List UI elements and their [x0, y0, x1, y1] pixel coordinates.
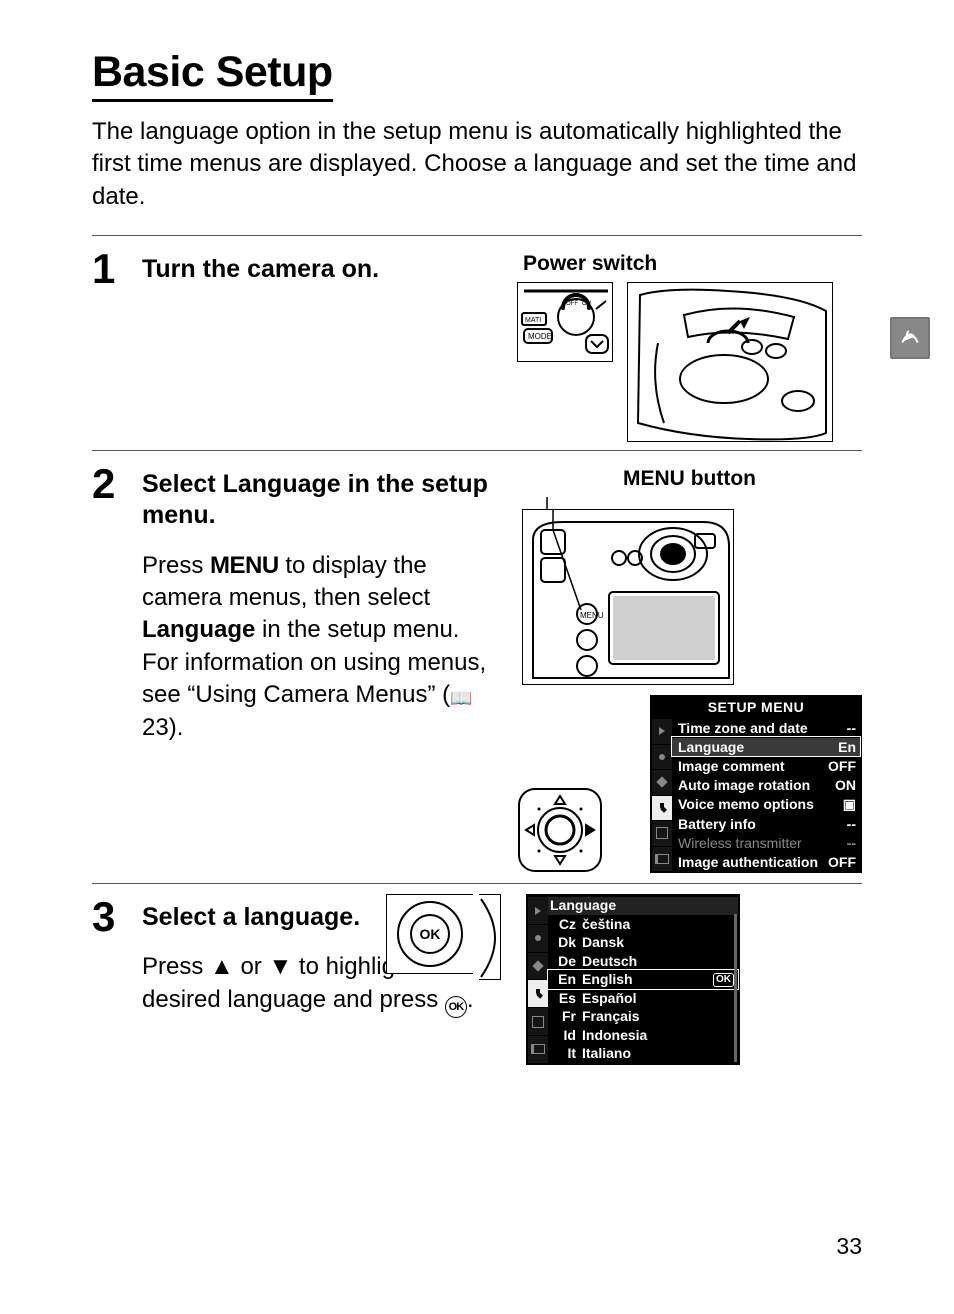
step-number: 2 [92, 461, 142, 873]
language-menu-row: DeDeutsch [548, 952, 738, 971]
setup-menu-row: Image commentOFF [672, 756, 860, 775]
rail-camera-icon [652, 744, 672, 770]
ok-icon: OK [445, 996, 467, 1018]
step-3: 3 Select a language. Press ▲ or ▼ to hig… [92, 884, 862, 1065]
figure-label-menu-button: MENU [623, 467, 685, 490]
scrollbar [734, 914, 737, 1062]
figure-label-power-switch: Power switch [523, 252, 862, 276]
rail-camera-icon [528, 924, 548, 952]
setup-menu-row: Wireless transmitter-- [672, 833, 860, 852]
step-number: 1 [92, 246, 142, 450]
rail-pencil-icon [652, 769, 672, 795]
rail-play-icon [528, 896, 548, 924]
screenshot-setup-menu: SETUP MENU Time zone and date--LanguageE… [650, 695, 862, 873]
setup-menu-row: Auto image rotationON [672, 775, 860, 794]
illustration-camera-back: MENU [522, 509, 734, 685]
language-menu-row: DkDansk [548, 933, 738, 952]
language-menu-row: IdIndonesia [548, 1026, 738, 1045]
illustration-power-switch-large [627, 282, 833, 442]
page-title: Basic Setup [92, 48, 333, 102]
illustration-multi-selector [517, 787, 603, 873]
svg-text:MODE: MODE [528, 332, 552, 341]
step-paragraph: Press MENU to display the camera menus, … [142, 550, 493, 744]
up-arrow-icon: ▲ [210, 953, 234, 980]
svg-text:ON: ON [582, 301, 591, 307]
language-menu-row: Czčeština [548, 915, 738, 934]
language-menu-row: ItItaliano [548, 1044, 738, 1063]
language-menu-row: EsEspañol [548, 989, 738, 1008]
svg-text:OFF: OFF [566, 301, 578, 307]
book-icon [450, 681, 472, 708]
step-heading: Select Language in the setup menu. [142, 469, 493, 532]
rail-recent-icon [652, 846, 672, 872]
setup-menu-row: Battery info-- [672, 814, 860, 833]
ok-badge: OK [713, 973, 734, 988]
setup-menu-row: Voice memo options▣ [672, 794, 860, 814]
setup-menu-row: LanguageEn [672, 737, 860, 756]
step-heading: Turn the camera on. [142, 254, 493, 285]
margin-tab-icon [890, 317, 930, 359]
step-2: 2 Select Language in the setup menu. Pre… [92, 451, 862, 873]
step-1: 1 Turn the camera on. Power switch OFF O… [92, 236, 862, 450]
svg-text:MENU: MENU [580, 611, 604, 620]
intro-paragraph: The language option in the setup menu is… [92, 116, 862, 213]
rail-wrench-icon [652, 795, 672, 821]
setup-menu-row: Time zone and date-- [672, 718, 860, 737]
rail-pencil-icon [528, 952, 548, 980]
language-menu-row: FrFrançais [548, 1007, 738, 1026]
illustration-power-switch-small: OFF ON MODE MATI [517, 282, 613, 362]
menu-button-word: MENU [210, 552, 279, 579]
rail-retouch-icon [528, 1007, 548, 1035]
illustration-ok-button: OK [386, 894, 473, 974]
setup-menu-title: SETUP MENU [652, 697, 860, 718]
language-menu-row: EnEnglishOK [548, 970, 738, 989]
rail-play-icon [652, 718, 672, 744]
language-menu-title: Language [550, 897, 616, 915]
rail-recent-icon [528, 1035, 548, 1063]
rail-retouch-icon [652, 820, 672, 846]
svg-text:MATI: MATI [525, 317, 541, 324]
illustration-ok-button-edge [479, 894, 501, 980]
setup-menu-row: Image authenticationOFF [672, 852, 860, 871]
leader-line [517, 497, 729, 509]
down-arrow-icon: ▼ [268, 953, 292, 980]
page-number: 33 [836, 1233, 862, 1260]
rail-wrench-icon [528, 979, 548, 1007]
menu-rail [652, 718, 672, 871]
menu-rail [528, 896, 548, 1063]
step-number: 3 [92, 894, 142, 1065]
screenshot-language-menu: Language CzčeštinaDkDanskDeDeutschEnEngl… [526, 894, 740, 1065]
